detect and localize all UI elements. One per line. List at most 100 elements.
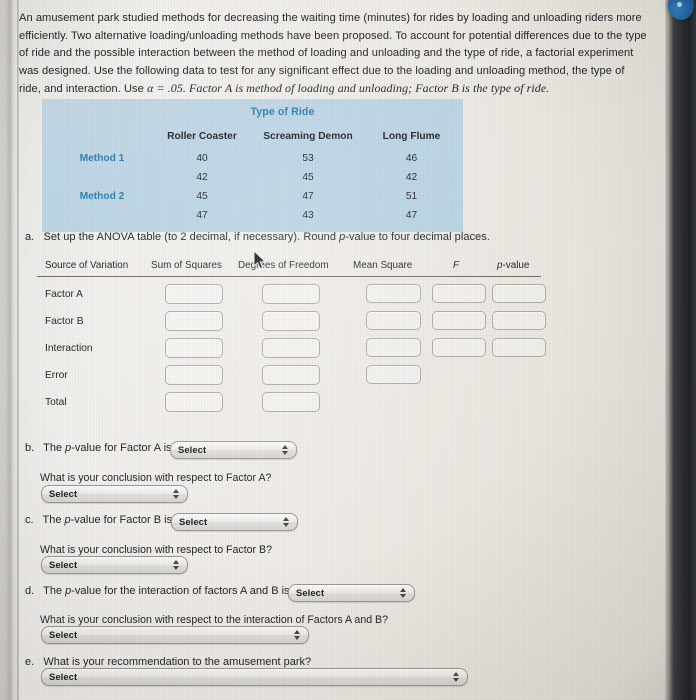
select-p-value-factor-b-value: Select	[179, 516, 208, 527]
select-p-value-factor-a[interactable]: Select	[170, 441, 297, 459]
input-interaction-degrees-of-freedom[interactable]	[262, 338, 320, 358]
part-d-prompt: d. The p-value for the interaction of fa…	[25, 585, 290, 597]
cell-m2-r1-c3: 51	[405, 191, 418, 202]
table-row: 47 43 47	[42, 210, 463, 229]
anova-header-f: F	[453, 260, 460, 271]
stepper-icon	[283, 516, 290, 528]
input-factor-b-f[interactable]	[432, 311, 486, 330]
part-c-prompt: c. The p-value for Factor B is	[25, 514, 172, 526]
worksheet-content: An amusement park studied methods for de…	[19, 0, 661, 700]
cell-m1-r2-c3: 42	[405, 172, 418, 183]
table-row: 42 45 42	[42, 172, 463, 191]
stepper-icon	[173, 559, 180, 571]
input-interaction-p-value[interactable]	[492, 338, 546, 357]
part-c-text-before: The	[42, 514, 65, 526]
input-factor-b-degrees-of-freedom[interactable]	[262, 311, 320, 331]
anova-header-p-value: p-value	[497, 260, 530, 271]
input-error-sum-of-squares[interactable]	[165, 365, 223, 385]
input-factor-a-p-value[interactable]	[492, 284, 546, 303]
part-b-text-after: -value for Factor A is	[71, 442, 172, 454]
stepper-icon	[400, 587, 407, 599]
cell-m1-r1-c1: 40	[196, 153, 208, 164]
select-conclusion-interaction-value: Select	[49, 629, 78, 640]
select-conclusion-factor-b-value: Select	[49, 559, 78, 570]
anova-row-label-factor-b: Factor B	[45, 316, 84, 327]
input-factor-b-sum-of-squares[interactable]	[165, 311, 223, 331]
cell-m2-r1-c1: 45	[196, 191, 208, 202]
stepper-icon	[453, 671, 460, 683]
table-row: Method 2 45 47 51	[42, 191, 463, 210]
cell-m1-r2-c1: 42	[196, 172, 208, 183]
mouse-cursor-icon	[253, 250, 267, 270]
cell-m2-r2-c2: 43	[302, 210, 314, 221]
problem-statement: An amusement park studied methods for de…	[19, 10, 649, 99]
part-e-prompt: e. What is your recommendation to the am…	[25, 656, 311, 668]
select-conclusion-factor-b[interactable]: Select	[41, 556, 188, 574]
anova-row-label-error: Error	[45, 370, 68, 381]
screen-right-edge	[688, 0, 696, 700]
part-d-text-before: The	[43, 585, 66, 597]
input-factor-a-f[interactable]	[432, 284, 486, 303]
screen-left-bezel	[0, 0, 18, 700]
input-factor-b-p-value[interactable]	[492, 311, 546, 330]
anova-row-label-factor-a: Factor A	[45, 289, 83, 300]
input-factor-a-mean-square[interactable]	[366, 284, 421, 303]
input-interaction-f[interactable]	[432, 338, 486, 357]
column-header-screaming-demon: Screaming Demon	[263, 131, 353, 142]
select-conclusion-factor-a-value: Select	[49, 488, 78, 499]
input-interaction-mean-square[interactable]	[366, 338, 421, 357]
cell-m1-r1-c2: 53	[302, 153, 314, 164]
part-a-text-after: -value to four decimal places.	[345, 231, 490, 243]
stepper-icon	[294, 629, 301, 641]
select-recommendation[interactable]: Select	[41, 668, 468, 686]
select-p-value-factor-b[interactable]: Select	[171, 513, 298, 531]
anova-header-ms: Mean Square	[353, 260, 413, 271]
cell-m2-r2-c3: 47	[405, 210, 418, 221]
table-row: Method 1 40 53 46	[42, 153, 463, 172]
input-factor-a-degrees-of-freedom[interactable]	[262, 284, 320, 304]
part-b-prompt: b. The p-value for Factor A is	[25, 442, 172, 454]
select-p-value-factor-a-value: Select	[178, 444, 207, 455]
problem-alpha-text: α = .05. Factor A is method of loading a…	[147, 81, 550, 96]
part-d-conclusion-label: What is your conclusion with respect to …	[40, 614, 389, 626]
select-p-value-interaction-value: Select	[296, 587, 325, 598]
input-interaction-sum-of-squares[interactable]	[165, 338, 223, 358]
input-total-sum-of-squares[interactable]	[165, 392, 223, 412]
column-header-long-flume: Long Flume	[382, 131, 441, 142]
cell-m2-r2-c1: 47	[196, 210, 208, 221]
anova-header-df: Degrees of Freedom	[238, 260, 329, 271]
corner-blue-icon-highlight	[677, 2, 682, 7]
part-b-text-before: The	[43, 442, 66, 454]
part-c-conclusion-label: What is your conclusion with respect to …	[40, 544, 272, 556]
cell-m2-r1-c2: 47	[302, 191, 314, 202]
column-header-roller-coaster: Roller Coaster	[167, 131, 237, 142]
part-d-text-after: -value for the interaction of factors A …	[71, 585, 290, 597]
select-conclusion-interaction[interactable]: Select	[41, 626, 309, 644]
select-p-value-interaction[interactable]: Select	[288, 584, 415, 602]
input-total-degrees-of-freedom[interactable]	[262, 392, 320, 412]
input-error-degrees-of-freedom[interactable]	[262, 365, 320, 385]
select-conclusion-factor-a[interactable]: Select	[41, 485, 188, 503]
part-e-text: What is your recommendation to the amuse…	[43, 656, 312, 668]
photographed-screen: An amusement park studied methods for de…	[0, 0, 696, 700]
input-factor-b-mean-square[interactable]	[366, 311, 421, 330]
data-table-title: Type of Ride	[250, 106, 315, 118]
input-error-mean-square[interactable]	[366, 365, 421, 384]
anova-row-label-interaction: Interaction	[45, 343, 93, 354]
part-a-text-before: Set up the ANOVA table (to 2 decimal, if…	[43, 231, 340, 243]
anova-header-rule	[37, 276, 541, 277]
part-b-conclusion-label: What is your conclusion with respect to …	[40, 472, 272, 484]
stepper-icon	[282, 444, 289, 456]
ride-data-table: Type of Ride Roller Coaster Screaming De…	[42, 99, 463, 232]
part-b-marker: b.	[25, 442, 35, 454]
data-table-header-row: Roller Coaster Screaming Demon Long Flum…	[42, 131, 463, 150]
part-d-marker: d.	[25, 585, 35, 597]
part-c-text-after: -value for Factor B is	[70, 514, 173, 526]
select-recommendation-value: Select	[49, 671, 78, 682]
stepper-icon	[173, 488, 180, 500]
part-e-marker: e.	[25, 656, 35, 668]
anova-header-source: Source of Variation	[45, 260, 129, 271]
part-c-marker: c.	[25, 514, 34, 526]
anova-header-ss: Sum of Squares	[151, 260, 222, 271]
input-factor-a-sum-of-squares[interactable]	[165, 284, 223, 304]
